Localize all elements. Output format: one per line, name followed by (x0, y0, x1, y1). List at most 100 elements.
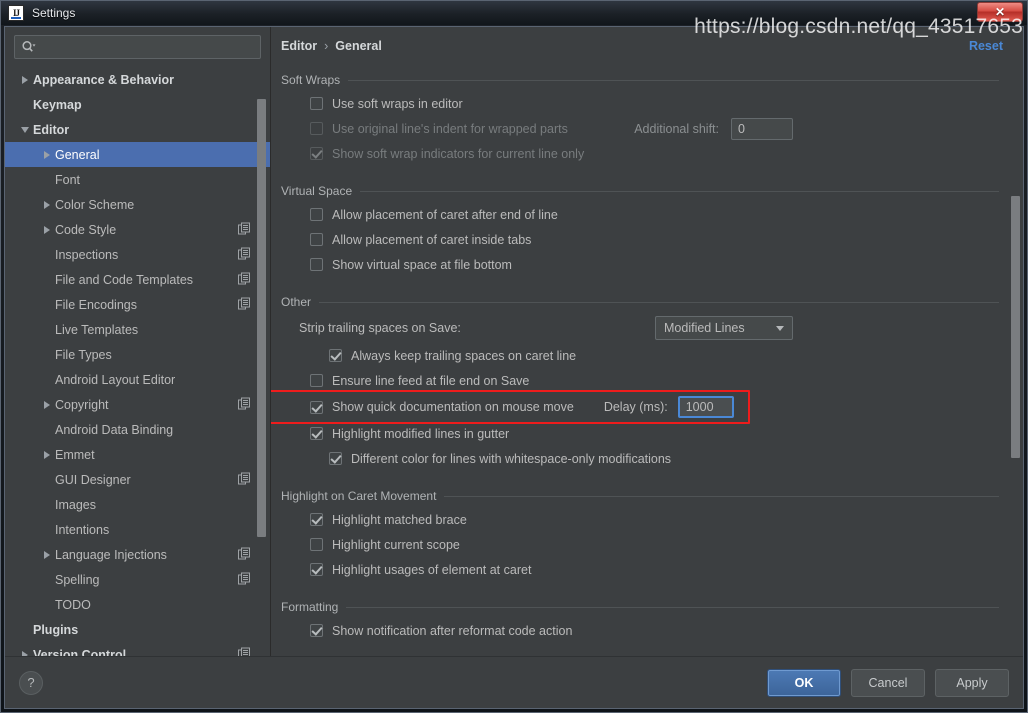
checkbox-different-color-whitespace[interactable] (329, 452, 342, 465)
option-ensure-line-feed[interactable]: Ensure line feed at file end on Save (281, 368, 999, 393)
sidebar-item-plugins[interactable]: Plugins (5, 617, 270, 642)
cancel-button[interactable]: Cancel (851, 668, 925, 697)
option-show-reformat-notification[interactable]: Show notification after reformat code ac… (281, 618, 999, 643)
sidebar-item-font[interactable]: Font (5, 167, 270, 192)
copy-settings-icon[interactable] (238, 572, 250, 587)
sidebar-item-android-layout-editor[interactable]: Android Layout Editor (5, 367, 270, 392)
sidebar-item-images[interactable]: Images (5, 492, 270, 517)
checkbox-quick-documentation[interactable] (310, 400, 323, 414)
sidebar-item-code-style[interactable]: Code Style (5, 217, 270, 242)
checkbox-highlight-matched-brace[interactable] (310, 513, 323, 526)
sidebar-item-editor[interactable]: Editor (5, 117, 270, 142)
option-use-original-indent[interactable]: Use original line's indent for wrapped p… (281, 116, 999, 141)
chevron-right-icon[interactable] (39, 550, 55, 559)
sidebar-item-appearance-behavior[interactable]: Appearance & Behavior (5, 67, 270, 92)
help-button[interactable]: ? (19, 670, 43, 695)
sidebar-item-keymap[interactable]: Keymap (5, 92, 270, 117)
delay-input[interactable] (677, 396, 734, 418)
checkbox-highlight-modified-lines[interactable] (310, 427, 323, 440)
sidebar-item-live-templates[interactable]: Live Templates (5, 317, 270, 342)
sidebar-item-intentions[interactable]: Intentions (5, 517, 270, 542)
chevron-right-icon[interactable] (39, 200, 55, 209)
copy-settings-icon[interactable] (238, 272, 250, 287)
checkbox-use-original-indent[interactable] (310, 122, 323, 135)
sidebar-item-inspections[interactable]: Inspections (5, 242, 270, 267)
option-caret-inside-tabs[interactable]: Allow placement of caret inside tabs (281, 227, 999, 252)
main-scrollbar-track[interactable] (1011, 59, 1020, 654)
option-keep-trailing-spaces[interactable]: Always keep trailing spaces on caret lin… (281, 343, 999, 368)
checkbox-show-soft-wrap-indicators[interactable] (310, 147, 323, 160)
strip-trailing-select[interactable]: Modified Lines (655, 316, 793, 340)
settings-sidebar: Appearance & Behavior Keymap Editor General… (5, 27, 271, 656)
checkbox-keep-trailing-spaces[interactable] (329, 349, 342, 362)
sidebar-item-language-injections[interactable]: Language Injections (5, 542, 270, 567)
sidebar-item-file-types[interactable]: File Types (5, 342, 270, 367)
chevron-right-icon[interactable] (39, 450, 55, 459)
checkbox-ensure-line-feed[interactable] (310, 374, 323, 387)
sidebar-item-color-scheme[interactable]: Color Scheme (5, 192, 270, 217)
copy-settings-icon[interactable] (238, 397, 250, 412)
option-label: Use soft wraps in editor (332, 96, 463, 111)
additional-shift-input[interactable] (731, 117, 793, 140)
option-label: Highlight usages of element at caret (332, 562, 532, 577)
group-soft-wraps: Soft Wraps Use soft wraps in editor Use … (281, 69, 999, 166)
sidebar-scrollbar-thumb[interactable] (257, 98, 266, 538)
option-highlight-current-scope[interactable]: Highlight current scope (281, 532, 999, 557)
sidebar-item-label: Inspections (55, 247, 119, 262)
search-box[interactable] (14, 35, 261, 59)
sidebar-item-version-control[interactable]: Version Control (5, 642, 270, 656)
sidebar-item-file-and-code-templates[interactable]: File and Code Templates (5, 267, 270, 292)
intellij-idea-icon: IJ (8, 5, 24, 21)
sidebar-item-label: Keymap (33, 97, 82, 112)
search-input[interactable] (36, 40, 254, 54)
breadcrumb-root[interactable]: Editor (281, 39, 317, 53)
sidebar-item-label: Code Style (55, 222, 117, 237)
sidebar-scrollbar-track[interactable] (257, 63, 266, 656)
copy-settings-icon[interactable] (238, 297, 250, 312)
ok-button[interactable]: OK (767, 668, 841, 697)
checkbox-caret-after-eol[interactable] (310, 208, 323, 221)
sidebar-item-file-encodings[interactable]: File Encodings (5, 292, 270, 317)
option-quick-documentation[interactable]: Show quick documentation on mouse move D… (281, 393, 999, 421)
option-label: Highlight matched brace (332, 512, 467, 527)
copy-settings-icon[interactable] (238, 547, 250, 562)
option-use-soft-wraps[interactable]: Use soft wraps in editor (281, 91, 999, 116)
checkbox-show-reformat-notification[interactable] (310, 624, 323, 637)
sidebar-item-gui-designer[interactable]: GUI Designer (5, 467, 270, 492)
checkbox-caret-inside-tabs[interactable] (310, 233, 323, 246)
chevron-down-icon[interactable] (17, 126, 33, 133)
chevron-right-icon[interactable] (39, 225, 55, 234)
option-highlight-matched-brace[interactable]: Highlight matched brace (281, 507, 999, 532)
reset-link[interactable]: Reset (969, 39, 1003, 53)
sidebar-item-label: File Types (55, 347, 112, 362)
option-virtual-space-bottom[interactable]: Show virtual space at file bottom (281, 252, 999, 277)
main-scrollbar-thumb[interactable] (1011, 195, 1020, 458)
checkbox-highlight-usages[interactable] (310, 563, 323, 576)
sidebar-item-copyright[interactable]: Copyright (5, 392, 270, 417)
close-icon[interactable]: ✕ (977, 2, 1023, 22)
sidebar-item-android-data-binding[interactable]: Android Data Binding (5, 417, 270, 442)
checkbox-virtual-space-bottom[interactable] (310, 258, 323, 271)
checkbox-highlight-current-scope[interactable] (310, 538, 323, 551)
chevron-right-icon[interactable] (39, 400, 55, 409)
option-show-soft-wrap-indicators[interactable]: Show soft wrap indicators for current li… (281, 141, 999, 166)
sidebar-item-label: TODO (55, 597, 91, 612)
copy-settings-icon[interactable] (238, 472, 250, 487)
copy-settings-icon[interactable] (238, 222, 250, 237)
copy-settings-icon[interactable] (238, 247, 250, 262)
group-divider (319, 301, 999, 303)
checkbox-use-soft-wraps[interactable] (310, 97, 323, 110)
sidebar-item-emmet[interactable]: Emmet (5, 442, 270, 467)
chevron-right-icon[interactable] (17, 75, 33, 84)
copy-settings-icon[interactable] (238, 647, 250, 656)
option-highlight-modified-lines[interactable]: Highlight modified lines in gutter (281, 421, 999, 446)
option-caret-after-eol[interactable]: Allow placement of caret after end of li… (281, 202, 999, 227)
sidebar-item-todo[interactable]: TODO (5, 592, 270, 617)
option-highlight-usages[interactable]: Highlight usages of element at caret (281, 557, 999, 582)
sidebar-item-spelling[interactable]: Spelling (5, 567, 270, 592)
option-label: Always keep trailing spaces on caret lin… (351, 348, 577, 363)
apply-button[interactable]: Apply (935, 668, 1009, 697)
chevron-right-icon[interactable] (39, 150, 55, 159)
option-different-color-whitespace[interactable]: Different color for lines with whitespac… (281, 446, 999, 471)
sidebar-item-general[interactable]: General (5, 142, 270, 167)
